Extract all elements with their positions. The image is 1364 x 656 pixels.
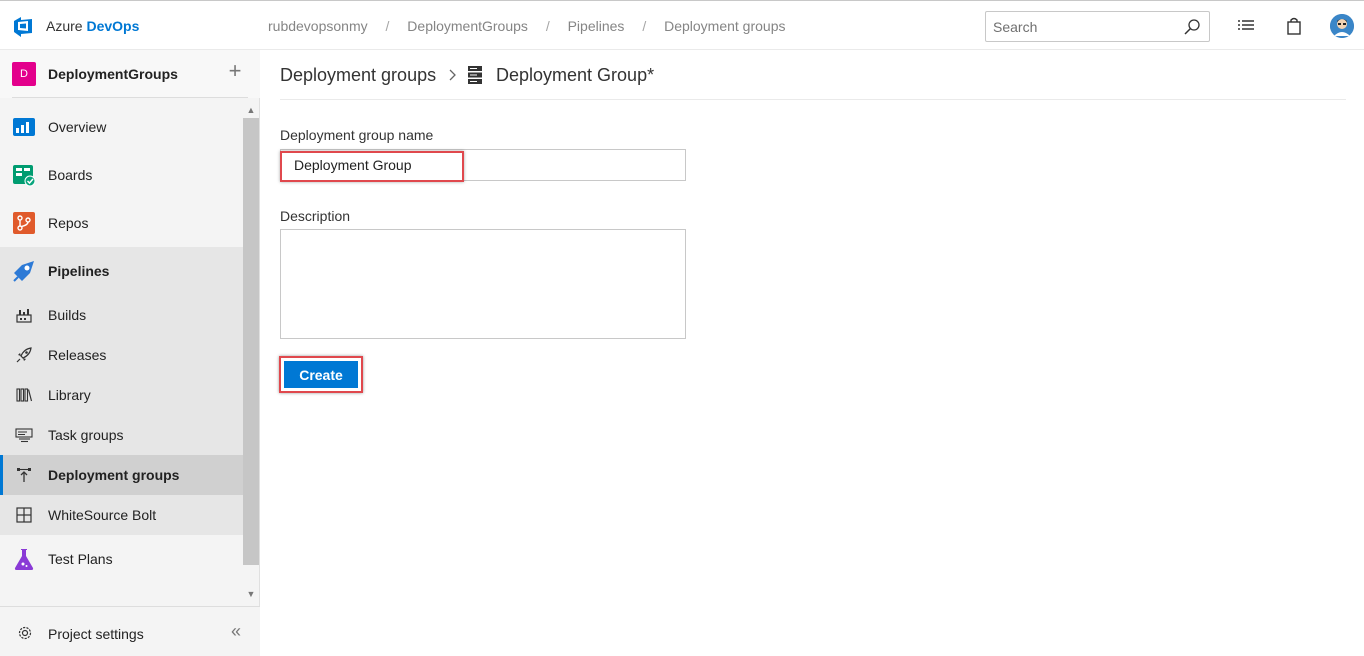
shopping-bag-icon[interactable] (1284, 16, 1304, 36)
gear-icon (18, 626, 32, 640)
page-header: Deployment groups Deployment Group* (280, 50, 1346, 100)
deployment-groups-icon (17, 468, 31, 482)
test-plans-icon (14, 549, 34, 570)
sidebar-item-test-plans[interactable]: Test Plans (0, 535, 243, 583)
overview-icon (13, 118, 35, 136)
builds-icon (16, 309, 32, 323)
brand-name: DevOps (86, 18, 140, 34)
search-icon[interactable] (1183, 18, 1201, 36)
whitesource-bolt-icon (16, 507, 32, 523)
breadcrumb-separator: / (642, 18, 647, 34)
description-label: Description (280, 208, 351, 224)
sidebar-item-label: WhiteSource Bolt (48, 507, 157, 523)
brand-title[interactable]: Azure DevOps (46, 18, 139, 34)
sidebar: D DeploymentGroups + Overview Boards Rep… (0, 50, 260, 656)
search-box (985, 11, 1210, 42)
user-avatar-icon[interactable] (1330, 14, 1354, 38)
breadcrumb-pipelines[interactable]: Pipelines (568, 18, 625, 34)
sidebar-item-whitesource-bolt[interactable]: WhiteSource Bolt (0, 495, 243, 535)
sidebar-item-label: Pipelines (48, 263, 110, 279)
sidebar-item-label: Releases (48, 347, 107, 363)
chevron-right-icon (449, 69, 456, 81)
sidebar-item-overview[interactable]: Overview (0, 103, 243, 151)
sidebar-item-label: Builds (48, 307, 87, 323)
page-title: Deployment Group* (496, 65, 655, 85)
deployment-group-name-input[interactable] (280, 149, 686, 181)
task-list-icon[interactable] (1236, 16, 1256, 36)
sidebar-item-label: Test Plans (48, 551, 113, 567)
breadcrumb: rubdevopsonmy / DeploymentGroups / Pipel… (268, 18, 786, 34)
sidebar-scroll-thumb[interactable] (243, 118, 259, 565)
breadcrumb-separator: / (545, 18, 550, 34)
breadcrumb-deployment-groups-link[interactable]: Deployment groups (280, 65, 436, 86)
pipelines-icon (13, 261, 34, 282)
breadcrumb-deployment-groups[interactable]: Deployment groups (664, 18, 785, 34)
sidebar-item-pipelines[interactable]: Pipelines (0, 247, 243, 295)
highlight-box: Create (279, 356, 363, 393)
repos-icon (13, 212, 35, 234)
collapse-sidebar-icon[interactable]: « (226, 621, 246, 641)
sidebar-item-library[interactable]: Library (0, 375, 243, 415)
scroll-up-icon[interactable]: ▲ (245, 104, 257, 116)
library-icon (16, 388, 33, 402)
sidebar-item-task-groups[interactable]: Task groups (0, 415, 243, 455)
description-textarea[interactable] (280, 229, 686, 339)
deployment-group-name-label: Deployment group name (280, 127, 434, 143)
server-icon (468, 66, 482, 84)
sidebar-item-label: Repos (48, 215, 89, 231)
sidebar-item-boards[interactable]: Boards (0, 151, 243, 199)
sidebar-item-label: Task groups (48, 427, 124, 443)
sidebar-item-label: Library (48, 387, 91, 403)
sidebar-item-repos[interactable]: Repos (0, 199, 243, 247)
main-content: Deployment groups Deployment Group* Depl… (260, 50, 1364, 656)
search-input[interactable] (986, 12, 1176, 41)
brand-prefix: Azure (46, 18, 83, 34)
scroll-down-icon[interactable]: ▼ (245, 588, 257, 600)
sidebar-item-label: Overview (48, 119, 107, 135)
create-button[interactable]: Create (284, 361, 358, 388)
nav-list: Overview Boards Repos Pipelines Builds R… (0, 98, 243, 656)
sidebar-item-releases[interactable]: Releases (0, 335, 243, 375)
breadcrumb-organization[interactable]: rubdevopsonmy (268, 18, 368, 34)
sidebar-item-builds[interactable]: Builds (0, 295, 243, 335)
project-badge: D (12, 62, 36, 86)
task-groups-icon (15, 428, 33, 443)
sidebar-item-label: Deployment groups (48, 467, 180, 483)
top-bar: Azure DevOps rubdevopsonmy / DeploymentG… (0, 0, 1364, 50)
releases-icon (16, 347, 32, 363)
project-name: DeploymentGroups (48, 66, 178, 82)
sidebar-item-label: Boards (48, 167, 93, 183)
sidebar-footer: Project settings « (0, 606, 260, 656)
add-icon[interactable]: + (224, 60, 246, 82)
breadcrumb-project[interactable]: DeploymentGroups (407, 18, 528, 34)
boards-icon (13, 165, 36, 187)
breadcrumb-separator: / (385, 18, 390, 34)
sidebar-item-deployment-groups[interactable]: Deployment groups (0, 455, 243, 495)
azure-devops-logo-icon[interactable] (12, 14, 36, 38)
project-header[interactable]: D DeploymentGroups + (0, 50, 260, 98)
project-settings-link[interactable]: Project settings (48, 626, 144, 642)
